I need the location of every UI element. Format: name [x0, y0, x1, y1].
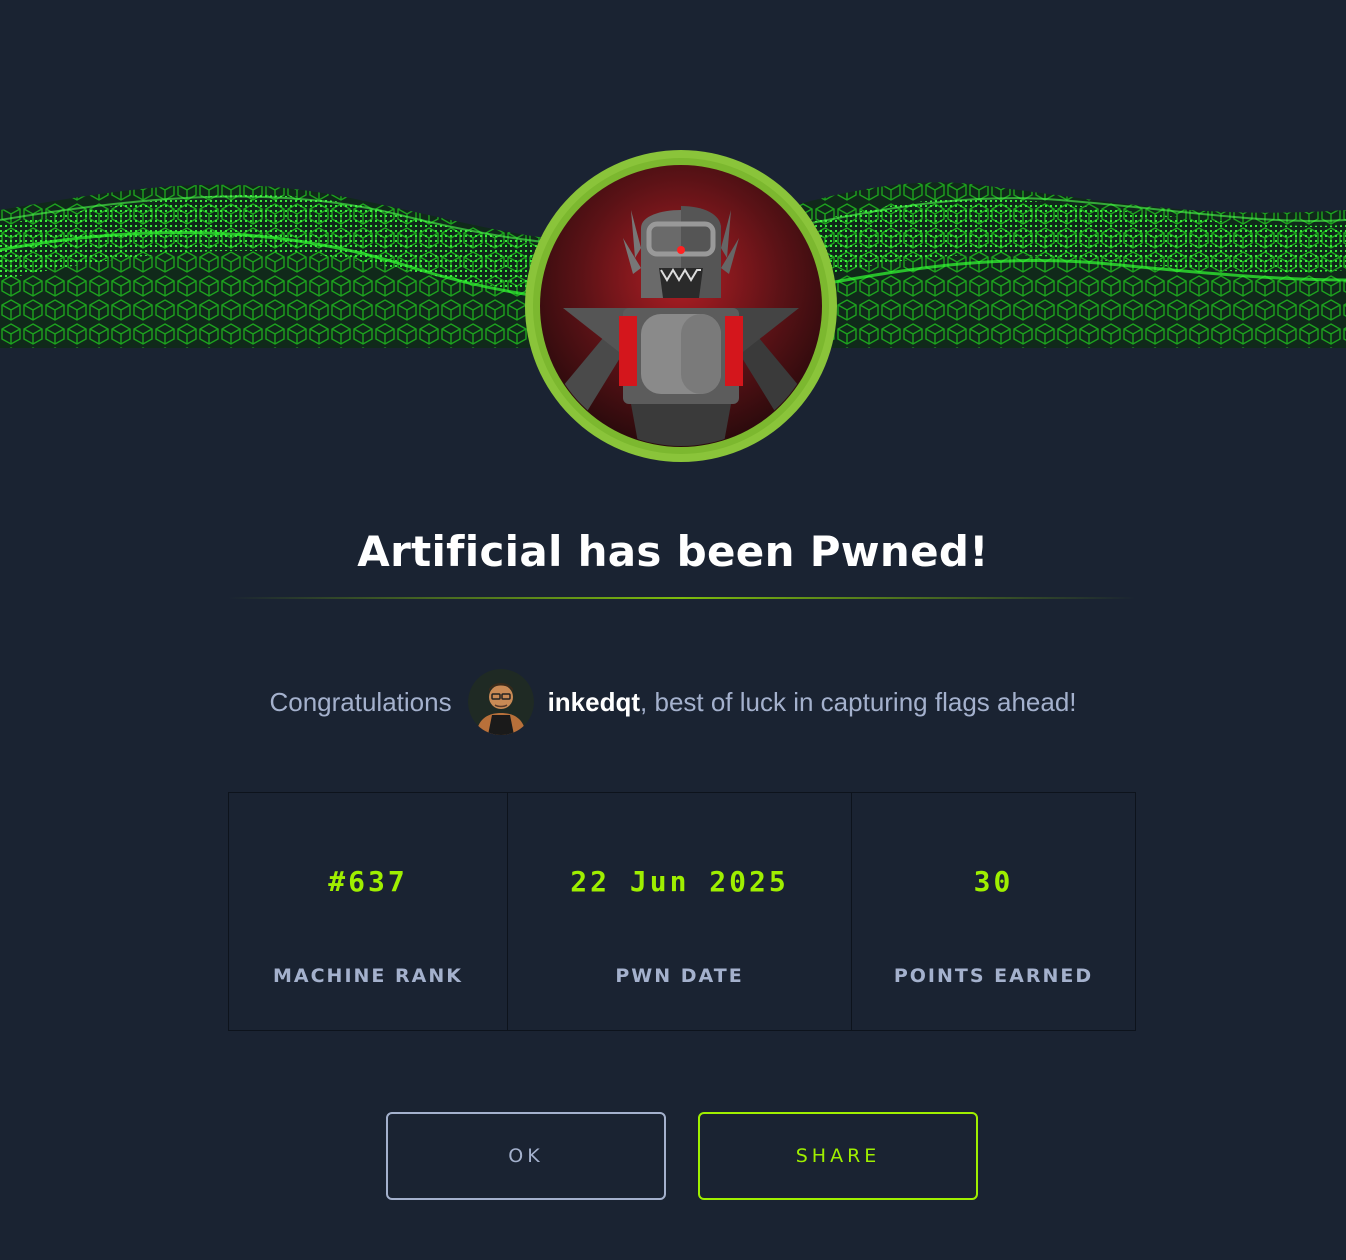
- stat-label: PWN DATE: [615, 965, 744, 987]
- stat-value: 30: [973, 865, 1014, 898]
- congratulations-message: Congratulations inkedqt , best of luck i…: [0, 662, 1346, 742]
- ok-button[interactable]: OK: [386, 1112, 666, 1200]
- stat-value: #637: [328, 865, 408, 898]
- stat-pwn-date: 22 Jun 2025 PWN DATE: [508, 793, 852, 1030]
- congrats-suffix: , best of luck in capturing flags ahead!: [640, 686, 1077, 717]
- stat-points-earned: 30 POINTS EARNED: [852, 793, 1135, 1030]
- user-avatar-icon: [467, 669, 534, 735]
- robot-avatar-icon: [523, 148, 839, 464]
- congrats-prefix: Congratulations: [269, 686, 452, 717]
- stat-label: POINTS EARNED: [893, 965, 1094, 987]
- stat-value: 22 Jun 2025: [570, 865, 789, 898]
- stat-machine-rank: #637 MACHINE RANK: [229, 793, 508, 1030]
- stats-table: #637 MACHINE RANK 22 Jun 2025 PWN DATE 3…: [228, 792, 1136, 1031]
- page-title: Artificial has been Pwned!: [357, 527, 989, 576]
- title-divider: [228, 597, 1136, 599]
- username[interactable]: inkedqt: [548, 687, 640, 718]
- pwned-modal: Artificial has been Pwned! Congratulatio…: [0, 0, 1346, 1260]
- stat-label: MACHINE RANK: [273, 965, 463, 987]
- share-button[interactable]: SHARE: [698, 1112, 978, 1200]
